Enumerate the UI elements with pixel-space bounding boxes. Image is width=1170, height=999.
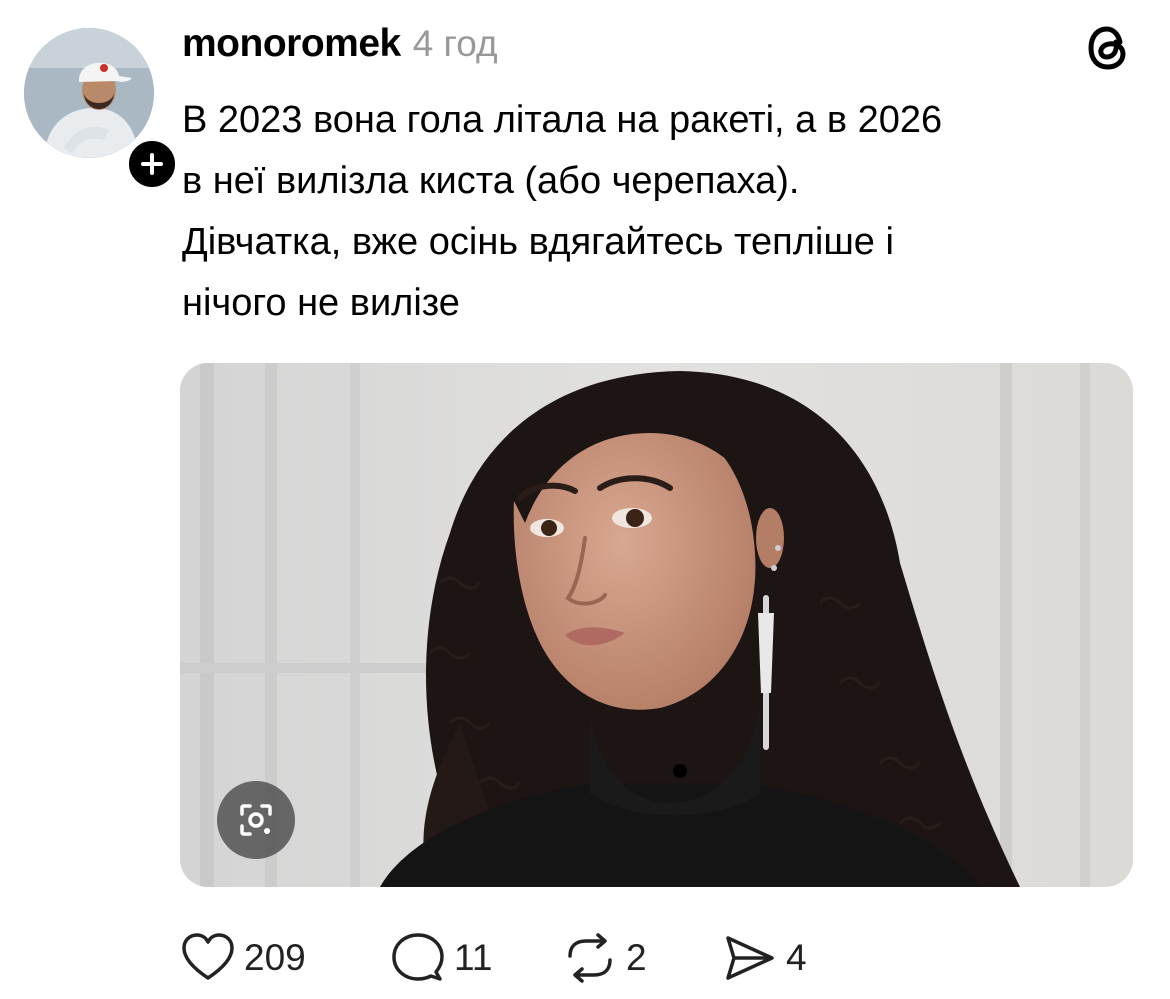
comment-icon bbox=[392, 933, 444, 981]
post-timestamp: 4 год bbox=[412, 23, 498, 64]
send-icon bbox=[726, 936, 774, 980]
post-text-line: нічого не вилізе bbox=[182, 282, 460, 324]
like-button[interactable]: 209 bbox=[180, 930, 390, 986]
threads-logo-icon[interactable] bbox=[1082, 22, 1134, 74]
lens-search-button[interactable] bbox=[217, 781, 295, 859]
repost-button[interactable]: 2 bbox=[562, 930, 722, 986]
lens-search-icon bbox=[240, 804, 272, 836]
post-text-line: В 2023 вона гола літала на ракеті, а в 2… bbox=[182, 99, 943, 141]
post-header: monoromek 4 год bbox=[182, 22, 498, 72]
plus-icon bbox=[141, 153, 163, 175]
heart-icon bbox=[182, 933, 234, 980]
post-actions: 209 11 2 4 bbox=[180, 930, 842, 986]
repost-count: 2 bbox=[626, 937, 647, 978]
post-body: В 2023 вона гола літала на ракеті, а в 2… bbox=[182, 90, 1142, 334]
share-button[interactable]: 4 bbox=[722, 930, 842, 986]
reply-count: 11 bbox=[454, 937, 493, 978]
like-count: 209 bbox=[244, 937, 306, 978]
post-text-line: в неї вилізла киста (або черепаха). bbox=[182, 160, 800, 202]
username[interactable]: monoromek bbox=[182, 22, 401, 66]
post-text-line: Дівчатка, вже осінь вдягайтесь тепліше і bbox=[182, 221, 894, 263]
avatar[interactable] bbox=[24, 28, 154, 158]
share-count: 4 bbox=[786, 937, 807, 978]
author-avatar-container[interactable] bbox=[24, 28, 180, 192]
repost-icon bbox=[568, 933, 612, 983]
reply-button[interactable]: 11 bbox=[390, 930, 562, 986]
post-photo[interactable] bbox=[180, 363, 1133, 887]
follow-button[interactable] bbox=[124, 136, 180, 192]
